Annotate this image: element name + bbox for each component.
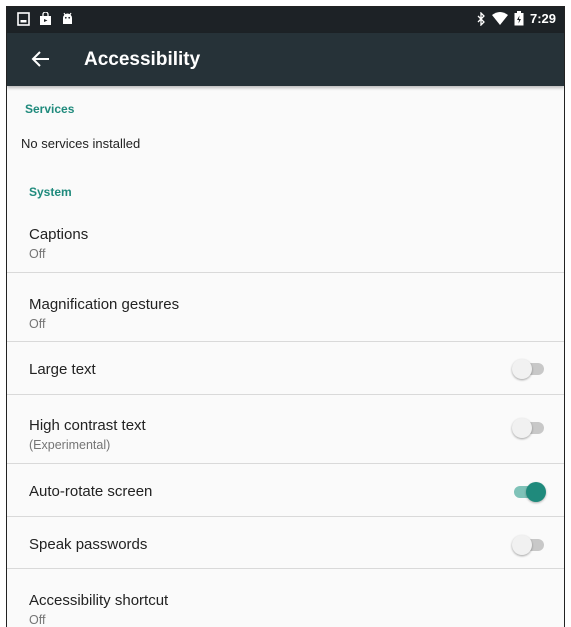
screen: 7:29 Accessibility Services No services … bbox=[6, 6, 565, 627]
bluetooth-icon bbox=[477, 11, 485, 26]
setting-high-contrast-text[interactable]: High contrast text (Experimental) bbox=[7, 395, 564, 463]
setting-title: Large text bbox=[29, 361, 96, 378]
setting-auto-rotate-screen[interactable]: Auto-rotate screen bbox=[7, 464, 564, 516]
setting-title: Captions bbox=[29, 226, 89, 243]
section-header-system: System bbox=[29, 185, 72, 199]
arrow-back-icon[interactable] bbox=[29, 47, 53, 71]
page-title: Accessibility bbox=[84, 49, 201, 70]
system-status-icons: 7:29 bbox=[477, 11, 556, 26]
high-contrast-text-toggle[interactable] bbox=[512, 418, 546, 438]
android-icon bbox=[63, 12, 72, 24]
setting-title: Magnification gestures bbox=[29, 296, 180, 313]
notification-icons bbox=[17, 12, 74, 26]
setting-speak-passwords[interactable]: Speak passwords bbox=[7, 517, 564, 568]
toggle-thumb bbox=[512, 418, 532, 438]
speak-passwords-toggle[interactable] bbox=[512, 535, 546, 555]
setting-subtitle: Off bbox=[29, 247, 46, 261]
setting-title: Speak passwords bbox=[29, 536, 148, 553]
auto-rotate-screen-toggle[interactable] bbox=[512, 482, 546, 502]
large-text-toggle[interactable] bbox=[512, 359, 546, 379]
setting-magnification-gestures[interactable]: Magnification gestures Off bbox=[7, 273, 564, 341]
setting-title: High contrast text bbox=[29, 417, 146, 434]
toggle-thumb bbox=[526, 482, 546, 502]
screenshot-icon bbox=[17, 12, 30, 26]
setting-subtitle: (Experimental) bbox=[29, 438, 111, 452]
setting-subtitle: Off bbox=[29, 613, 46, 627]
setting-subtitle: Off bbox=[29, 317, 46, 331]
app-bar: Accessibility bbox=[7, 33, 564, 86]
section-header-services: Services bbox=[25, 102, 75, 116]
setting-captions[interactable]: Captions Off bbox=[7, 204, 564, 272]
store-bag-icon bbox=[40, 12, 51, 25]
setting-title: Auto-rotate screen bbox=[29, 483, 153, 500]
status-time: 7:29 bbox=[529, 11, 556, 26]
setting-accessibility-shortcut[interactable]: Accessibility shortcut Off bbox=[7, 569, 564, 627]
battery-icon bbox=[514, 11, 524, 26]
setting-title: Accessibility shortcut bbox=[29, 592, 169, 609]
toggle-thumb bbox=[512, 535, 532, 555]
setting-large-text[interactable]: Large text bbox=[7, 342, 564, 394]
status-bar: 7:29 bbox=[7, 7, 564, 33]
toggle-thumb bbox=[512, 359, 532, 379]
no-services-text: No services installed bbox=[21, 136, 141, 151]
wifi-icon bbox=[491, 11, 508, 25]
